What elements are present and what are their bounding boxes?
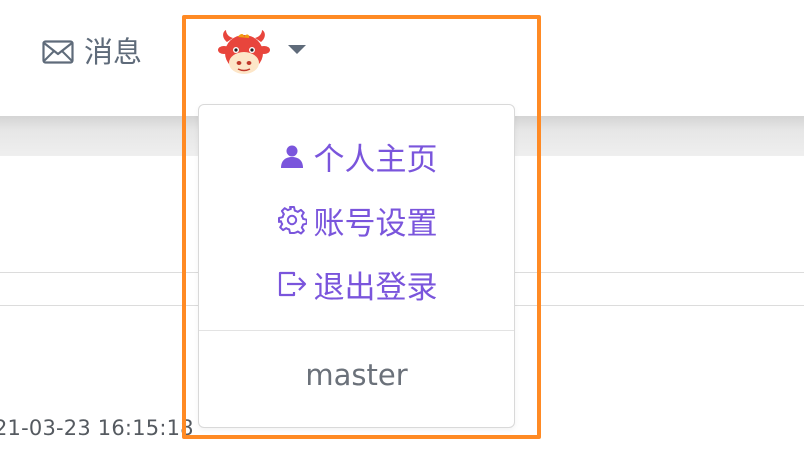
menu-item-label: 个人主页 xyxy=(313,141,438,178)
cow-avatar-icon xyxy=(218,30,270,74)
messages-link[interactable]: 消息 xyxy=(42,32,142,72)
menu-item-label: 账号设置 xyxy=(313,205,438,242)
user-menu-trigger[interactable] xyxy=(218,28,306,78)
current-username: master xyxy=(305,358,408,392)
logout-icon xyxy=(276,268,308,300)
menu-item-label: 退出登录 xyxy=(313,269,438,306)
menu-item-logout[interactable]: 退出登录 xyxy=(199,260,514,308)
messages-label: 消息 xyxy=(84,35,143,69)
menu-item-profile[interactable]: 个人主页 xyxy=(199,132,514,180)
menu-item-account-settings[interactable]: 账号设置 xyxy=(199,196,514,244)
post-timestamp: 21-03-23 16:15:18 xyxy=(0,416,194,440)
caret-down-icon xyxy=(288,44,306,54)
user-icon xyxy=(276,140,308,172)
menu-divider xyxy=(199,330,514,331)
mail-icon xyxy=(42,40,74,64)
gear-icon xyxy=(276,204,308,236)
user-dropdown-menu: 个人主页 账号设置 退出登录 master xyxy=(198,104,515,428)
